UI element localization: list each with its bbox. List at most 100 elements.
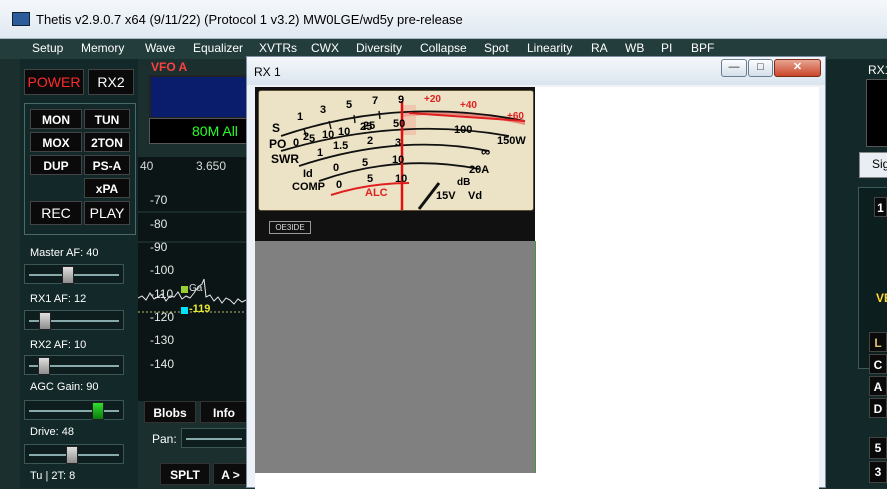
ga-marker[interactable] bbox=[181, 286, 188, 293]
po-tick-label: 100 bbox=[454, 124, 473, 136]
po-tick-label: 50 bbox=[393, 118, 406, 130]
right-control-panel: RX1 Sig VE L C A D 5 3 1 bbox=[826, 59, 887, 488]
right-button-1[interactable]: 1 bbox=[874, 197, 887, 217]
signal-mode-select[interactable]: Sig bbox=[859, 152, 887, 178]
id-tick-label: 0 bbox=[333, 162, 340, 174]
s-tick-label: 1 bbox=[297, 111, 304, 123]
pan-slider[interactable] bbox=[181, 428, 247, 448]
noise-floor-marker[interactable] bbox=[181, 307, 188, 314]
panadapter[interactable]: 40 3.650 -70 -80 -90 -100 -110 -120 -130… bbox=[138, 157, 248, 401]
right-button-d[interactable]: D bbox=[869, 398, 887, 418]
xpa-button[interactable]: xPA bbox=[84, 178, 130, 198]
agc-gain-slider[interactable] bbox=[24, 400, 124, 420]
split-button[interactable]: SPLT bbox=[160, 463, 210, 485]
swr-tick-label: ∞ bbox=[481, 144, 491, 159]
ga-label: Ga bbox=[189, 283, 203, 294]
s-tick-label: +20 bbox=[424, 94, 441, 105]
power-button[interactable]: POWER bbox=[24, 69, 84, 95]
id-tick-label: 20A bbox=[469, 164, 490, 176]
dup-button[interactable]: DUP bbox=[30, 155, 82, 175]
master-af-label: Master AF: 40 bbox=[30, 247, 99, 259]
s-tick-label: +60 bbox=[507, 111, 524, 122]
dbm-label: -120 bbox=[150, 310, 175, 324]
dbm-label: -140 bbox=[150, 357, 175, 371]
vd-label: Vd bbox=[468, 190, 483, 202]
close-button[interactable]: ✕ bbox=[774, 59, 821, 77]
dbm-label: -100 bbox=[150, 263, 175, 277]
db-label: dB bbox=[457, 177, 471, 188]
menu-spot[interactable]: Spot bbox=[484, 41, 509, 55]
right-button-l[interactable]: L bbox=[869, 332, 887, 352]
rx2-af-thumb[interactable] bbox=[38, 357, 50, 375]
id-tick-label: 5 bbox=[362, 157, 369, 169]
ps-a-button[interactable]: PS-A bbox=[84, 155, 130, 175]
right-button-5[interactable]: 5 bbox=[869, 437, 887, 459]
right-vfo-display[interactable] bbox=[866, 79, 887, 147]
agc-gain-label: AGC Gain: 90 bbox=[30, 381, 99, 393]
menu-pi[interactable]: PI bbox=[661, 41, 672, 55]
rec-button[interactable]: REC bbox=[30, 201, 82, 225]
play-button[interactable]: PLAY bbox=[84, 201, 130, 225]
swr-tick-label: 1.5 bbox=[333, 140, 349, 152]
menu-ra[interactable]: RA bbox=[591, 41, 608, 55]
rx2-af-label: RX2 AF: 10 bbox=[30, 339, 87, 351]
menu-collapse[interactable]: Collapse bbox=[420, 41, 467, 55]
dbm-label: -70 bbox=[150, 193, 168, 207]
band-display: 80M All bbox=[149, 118, 251, 144]
menu-bpf[interactable]: BPF bbox=[691, 41, 714, 55]
dbm-label: -80 bbox=[150, 217, 168, 231]
menu-xvtrs[interactable]: XVTRs bbox=[259, 41, 297, 55]
rx1-af-label: RX1 AF: 12 bbox=[30, 293, 87, 305]
menu-setup[interactable]: Setup bbox=[32, 41, 63, 55]
po-tick-label: 0 bbox=[293, 137, 300, 149]
drive-label: Drive: 48 bbox=[30, 426, 75, 438]
rx1-af-thumb[interactable] bbox=[39, 312, 51, 330]
comp-scale-label: COMP bbox=[292, 181, 325, 193]
rx1-title-bar[interactable]: RX 1 — □ ✕ bbox=[247, 57, 825, 85]
meter-empty-area bbox=[255, 241, 536, 473]
right-button-3[interactable]: 3 bbox=[869, 461, 887, 483]
2ton-button[interactable]: 2TON bbox=[84, 132, 130, 152]
window-title: Thetis v2.9.0.7 x64 (9/11/22) (Protocol … bbox=[36, 12, 463, 27]
rx1-af-slider[interactable] bbox=[24, 310, 124, 330]
dbm-label: -90 bbox=[150, 240, 168, 254]
mon-button[interactable]: MON bbox=[30, 109, 82, 129]
vfo-a-display[interactable] bbox=[149, 75, 253, 119]
blobs-button[interactable]: Blobs bbox=[144, 401, 196, 423]
menu-wb[interactable]: WB bbox=[625, 41, 644, 55]
rx2-button[interactable]: RX2 bbox=[88, 69, 134, 95]
menu-diversity[interactable]: Diversity bbox=[356, 41, 402, 55]
menu-linearity[interactable]: Linearity bbox=[527, 41, 572, 55]
drive-thumb[interactable] bbox=[66, 446, 78, 464]
mox-button[interactable]: MOX bbox=[30, 132, 82, 152]
master-af-slider[interactable] bbox=[24, 264, 124, 284]
id-scale-label: Id bbox=[303, 168, 313, 180]
meter-brand-label: OE3IDE bbox=[269, 221, 311, 234]
rx1-content: S PO SWR Id COMP 1 3 5 7 9 +20 +40 +60 2… bbox=[255, 87, 819, 489]
minimize-button[interactable]: — bbox=[721, 59, 747, 77]
menu-memory[interactable]: Memory bbox=[81, 41, 124, 55]
master-af-thumb[interactable] bbox=[62, 266, 74, 284]
menu-wave[interactable]: Wave bbox=[145, 41, 175, 55]
pan-label: Pan: bbox=[152, 432, 177, 446]
swr-tick-label: 1 bbox=[317, 147, 324, 159]
a-to-b-button[interactable]: A > bbox=[213, 463, 248, 485]
info-button[interactable]: Info bbox=[200, 401, 248, 423]
title-bar: Thetis v2.9.0.7 x64 (9/11/22) (Protocol … bbox=[0, 0, 887, 39]
right-button-c[interactable]: C bbox=[869, 354, 887, 374]
swr-tick-label: 2 bbox=[367, 135, 374, 147]
menu-cwx[interactable]: CWX bbox=[311, 41, 339, 55]
tun-button[interactable]: TUN bbox=[84, 109, 130, 129]
maximize-button[interactable]: □ bbox=[748, 59, 773, 77]
drive-slider[interactable] bbox=[24, 444, 124, 464]
app-icon bbox=[12, 12, 30, 26]
right-button-a[interactable]: A bbox=[869, 376, 887, 396]
swr-tick-label: 3 bbox=[395, 137, 402, 149]
rx1-window: RX 1 — □ ✕ S PO SWR Id COMP 1 3 5 7 9 +2… bbox=[246, 56, 826, 489]
rx2-af-slider[interactable] bbox=[24, 355, 124, 375]
menu-equalizer[interactable]: Equalizer bbox=[193, 41, 243, 55]
s-tick-label: 3 bbox=[320, 104, 327, 116]
agc-gain-thumb[interactable] bbox=[92, 402, 104, 420]
po-tick-label: 25 bbox=[360, 121, 373, 133]
po-tick-label: 150W bbox=[497, 135, 526, 147]
